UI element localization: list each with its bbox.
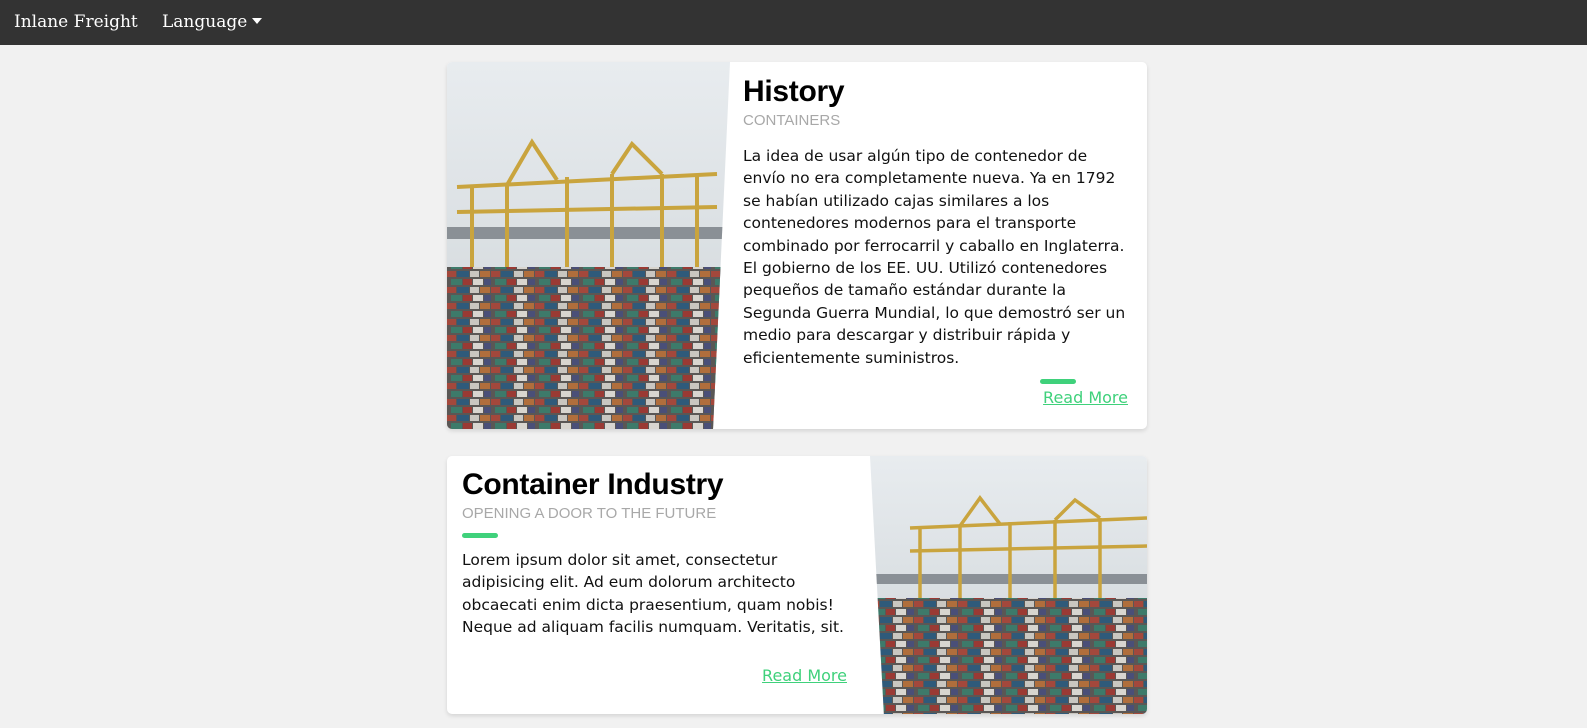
read-more-link[interactable]: Read More [762, 666, 847, 685]
card-text: Lorem ipsum dolor sit amet, consectetur … [462, 551, 844, 637]
container-port-image [447, 62, 730, 429]
card-subtitle: CONTAINERS [743, 112, 841, 129]
container-port-photo [870, 456, 1147, 714]
top-navbar: Inlane Freight Language [0, 0, 1587, 45]
container-industry-content: Container Industry OPENING A DOOR TO THE… [462, 456, 847, 685]
caret-down-icon [252, 18, 263, 24]
container-port-photo [447, 62, 730, 429]
card-text: La idea de usar algún tipo de contenedor… [743, 147, 1126, 367]
container-industry-card: Container Industry OPENING A DOOR TO THE… [447, 456, 1147, 714]
container-port-image [870, 456, 1147, 714]
language-dropdown[interactable]: Language [162, 12, 263, 32]
language-label: Language [162, 12, 248, 32]
read-more-link[interactable]: Read More [1043, 388, 1128, 407]
accent-divider [462, 533, 498, 538]
card-subtitle: OPENING A DOOR TO THE FUTURE [462, 505, 717, 522]
accent-divider [1040, 379, 1076, 384]
card-title: History [743, 75, 845, 108]
card-title: Container Industry [462, 468, 724, 501]
brand-link[interactable]: Inlane Freight [14, 12, 138, 32]
history-card: History CONTAINERS La idea de usar algún… [447, 62, 1147, 429]
history-content: History CONTAINERS La idea de usar algún… [743, 62, 1128, 407]
